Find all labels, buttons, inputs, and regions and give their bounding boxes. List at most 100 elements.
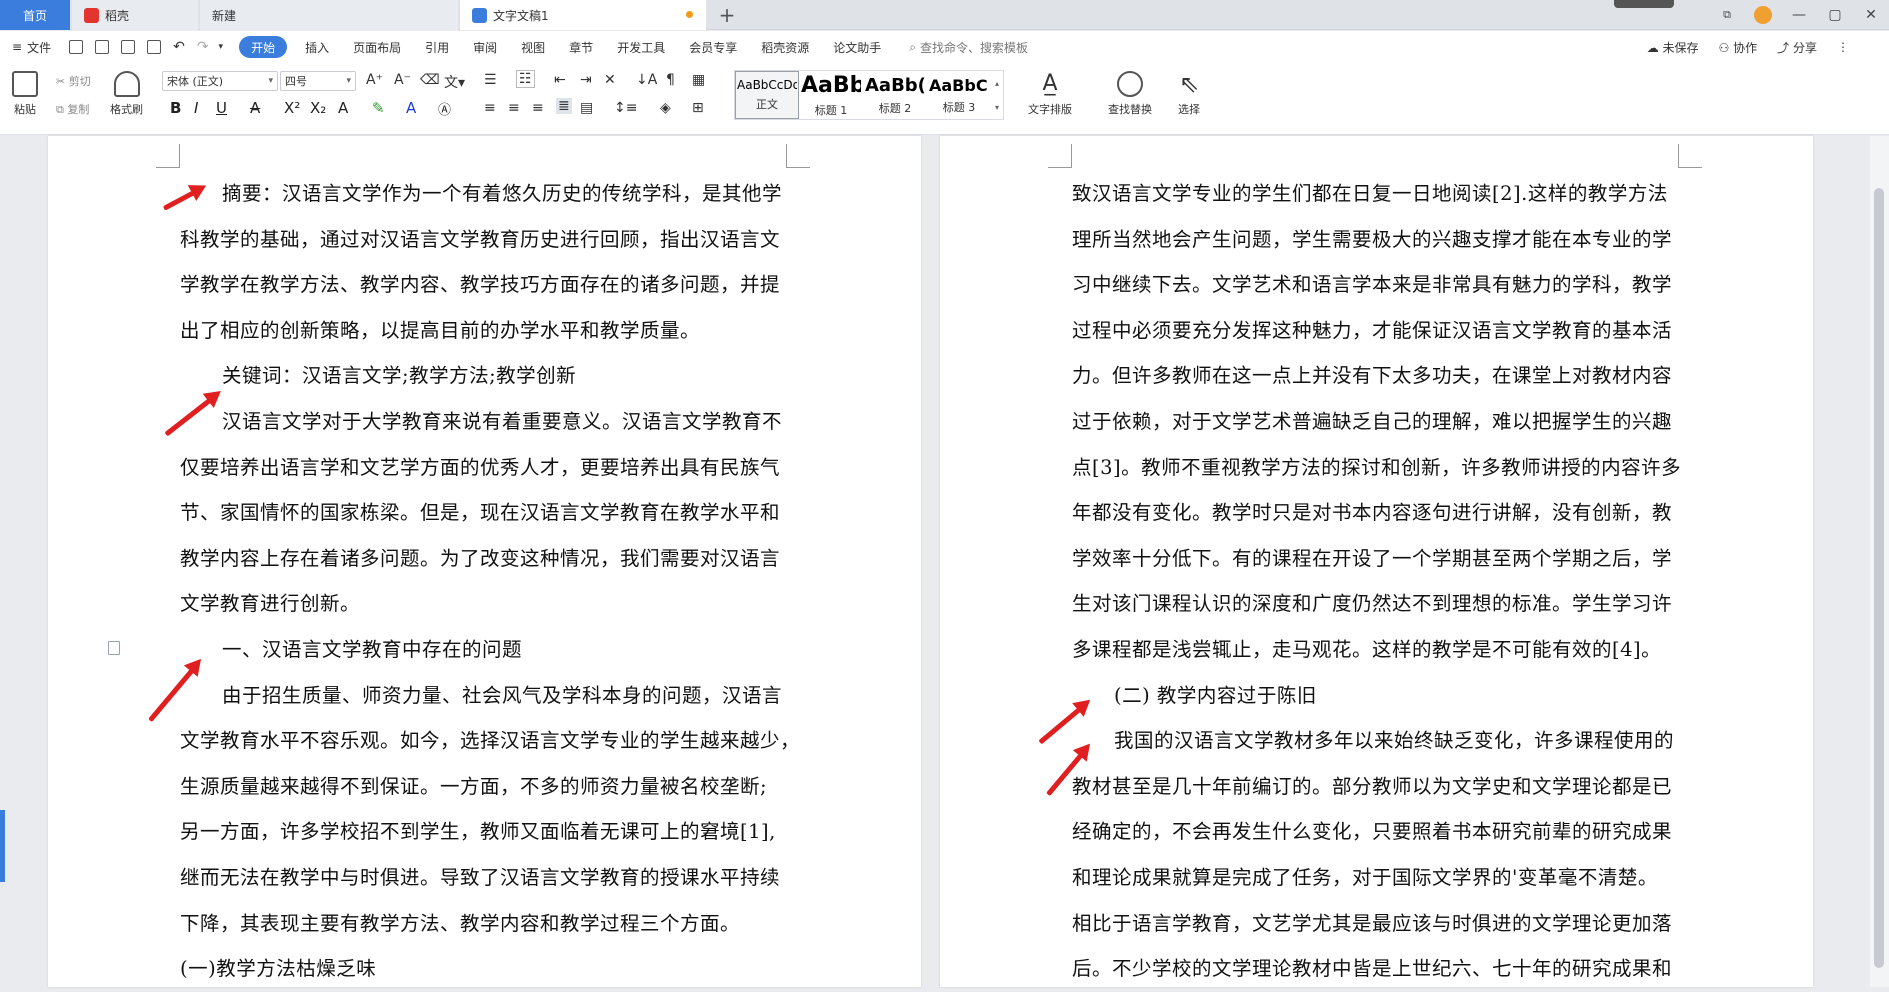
copy-button[interactable]: ⧉ 复制 — [56, 101, 89, 117]
style-heading-1[interactable]: AaBb 标题 1 — [799, 71, 863, 119]
font-name-select[interactable]: 宋体 (正文) ▾ — [162, 71, 278, 91]
menu-view[interactable]: 视图 — [509, 31, 557, 63]
export-icon[interactable] — [95, 40, 110, 54]
menu-developer[interactable]: 开发工具 — [605, 31, 677, 63]
show-marks-icon[interactable]: ¶ — [666, 72, 675, 88]
style-heading-3[interactable]: AaBbC( 标题 3 — [927, 71, 991, 119]
chinese-layout-icon[interactable]: ✕ — [604, 72, 616, 88]
quick-access-dropdown-icon[interactable]: ▾ — [219, 42, 224, 52]
menu-thesis-assistant[interactable]: 论文助手 — [821, 31, 893, 63]
menu-page-layout[interactable]: 页面布局 — [341, 31, 413, 63]
table-tools-icon[interactable]: ▦ — [692, 72, 705, 88]
clear-format-icon[interactable]: ⌫ — [420, 72, 440, 88]
line-spacing-icon[interactable]: ↕≡ — [614, 100, 637, 116]
italic-icon[interactable]: I — [194, 99, 198, 117]
chevron-down-icon: ▾ — [994, 102, 999, 112]
tab-daoke[interactable]: 稻壳 — [72, 0, 198, 30]
page-1-text[interactable]: 摘要：汉语言文学作为一个有着悠久历史的传统学科，是其他学 科教学的基础，通过对汉… — [180, 171, 800, 992]
body-line: 另一方面，许多学校招不到学生，教师又面临着无课可上的窘境[1], — [180, 820, 776, 844]
redo-icon[interactable]: ↷ — [197, 39, 209, 55]
style-name: 标题 3 — [942, 100, 976, 114]
style-heading-2[interactable]: AaBb( 标题 2 — [863, 71, 927, 119]
increase-indent-icon[interactable]: ⇥ — [580, 72, 592, 88]
avatar[interactable] — [1745, 6, 1781, 24]
menu-daoke-resources[interactable]: 稻壳资源 — [749, 31, 821, 63]
subscript-icon[interactable]: X₂ — [310, 99, 326, 117]
tab-document-label: 文字文稿1 — [493, 8, 549, 23]
font-size-select[interactable]: 四号 ▾ — [280, 71, 356, 91]
tab-home[interactable]: 首页 — [0, 0, 70, 30]
highlight-icon[interactable]: ✎ — [372, 99, 385, 117]
menu-member[interactable]: 会员专享 — [677, 31, 749, 63]
body-line: 相比于语言学教育，文艺学尤其是最应该与时俱进的文学理论更加落 — [1072, 911, 1673, 935]
select-button[interactable]: ⇖ 选择 — [1176, 71, 1202, 117]
maximize-button[interactable]: ▢ — [1817, 7, 1853, 23]
layout-icon[interactable]: ⧉ — [1709, 8, 1745, 22]
body-line: 教材甚至是几十年前编订的。部分教师以为文学史和文学理论都是已 — [1072, 774, 1673, 798]
text-effect-icon[interactable]: A — [338, 99, 348, 117]
body-line: 后。不少学校的文学理论教材中皆是上世纪六、七十年的研究成果和 — [1072, 957, 1673, 981]
sort-icon[interactable]: ↓A — [636, 72, 657, 88]
share-button[interactable]: ⤴ 分享 — [1777, 39, 1817, 56]
new-tab-button[interactable]: + — [714, 2, 740, 28]
distributed-icon[interactable]: ▤ — [580, 100, 593, 116]
page-1[interactable]: 摘要：汉语言文学作为一个有着悠久历史的传统学科，是其他学 科教学的基础，通过对汉… — [48, 136, 921, 987]
align-right-icon[interactable]: ≡ — [532, 100, 544, 116]
menu-section[interactable]: 章节 — [557, 31, 605, 63]
window-handle — [1614, 0, 1674, 8]
body-line: 生对该门课程认识的深度和广度仍然达不到理想的标准。学生学习许 — [1072, 592, 1673, 616]
shrink-font-icon[interactable]: A⁻ — [394, 72, 411, 88]
scrollbar-thumb[interactable] — [1874, 188, 1884, 968]
file-menu-label: 文件 — [27, 40, 52, 55]
subsection-heading: (一)教学方法枯燥乏味 — [180, 957, 377, 981]
document-canvas: 摘要：汉语言文学作为一个有着悠久历史的传统学科，是其他学 科教学的基础，通过对汉… — [0, 136, 1870, 987]
collab-button[interactable]: ⚇ 协作 — [1719, 39, 1758, 56]
paste-label: 粘贴 — [14, 103, 36, 116]
tab-new[interactable]: 新建 — [200, 0, 458, 30]
strikethrough-icon[interactable]: A — [250, 99, 260, 117]
text-layout-button[interactable]: A̲ 文字排版 — [1028, 71, 1072, 117]
menu-references[interactable]: 引用 — [413, 31, 461, 63]
bold-icon[interactable]: B — [170, 99, 181, 117]
unsaved-button[interactable]: ☁ 未保存 — [1647, 39, 1699, 56]
format-painter-button[interactable]: 格式刷 — [110, 71, 143, 117]
scissors-icon: ✂ — [56, 75, 66, 88]
bullet-list-icon[interactable]: ☰ — [484, 72, 497, 88]
justify-icon[interactable]: ≣ — [556, 98, 572, 114]
find-replace-button[interactable]: 查找替换 — [1108, 71, 1152, 117]
decrease-indent-icon[interactable]: ⇤ — [554, 72, 566, 88]
command-search[interactable]: ⌕ 查找命令、搜索模板 — [909, 39, 1028, 56]
paste-button[interactable]: 粘贴 — [12, 71, 38, 117]
font-size-value: 四号 — [285, 75, 307, 88]
preview-icon[interactable] — [147, 40, 162, 54]
close-button[interactable]: ✕ — [1853, 7, 1889, 23]
char-border-icon[interactable]: Ⓐ — [438, 99, 451, 118]
style-normal[interactable]: AaBbCcDd 正文 — [735, 71, 799, 119]
undo-icon[interactable]: ↶ — [173, 39, 185, 55]
superscript-icon[interactable]: X² — [284, 99, 300, 117]
more-icon[interactable]: ⋮ — [1837, 40, 1849, 54]
page-2-text[interactable]: 致汉语言文学专业的学生们都在日复一日地阅读[2].这样的教学方法 理所当然地会产… — [1072, 171, 1681, 992]
menu-review[interactable]: 审阅 — [461, 31, 509, 63]
align-center-icon[interactable]: ≡ — [508, 100, 520, 116]
align-left-icon[interactable]: ≡ — [484, 100, 496, 116]
cut-button[interactable]: ✂ 剪切 — [56, 73, 91, 89]
page-2[interactable]: 致汉语言文学专业的学生们都在日复一日地阅读[2].这样的教学方法 理所当然地会产… — [940, 136, 1813, 987]
underline-icon[interactable]: U — [216, 99, 227, 117]
borders-icon[interactable]: ⊞ — [692, 100, 704, 116]
print-icon[interactable] — [121, 40, 136, 54]
shading-icon[interactable]: ◈ — [660, 100, 671, 116]
tab-document[interactable]: 文字文稿1 — [460, 0, 706, 30]
paragraph-handle-icon[interactable] — [108, 641, 120, 655]
minimize-button[interactable]: — — [1781, 7, 1817, 23]
save-icon[interactable] — [69, 40, 84, 54]
grow-font-icon[interactable]: A⁺ — [366, 72, 383, 88]
side-panel-handle[interactable] — [0, 810, 5, 882]
font-color-icon[interactable]: A — [406, 99, 416, 117]
menu-home[interactable]: 开始 — [239, 36, 288, 58]
numbered-list-icon[interactable]: ☷ — [516, 70, 535, 88]
menu-insert[interactable]: 插入 — [293, 31, 341, 63]
phonetic-icon[interactable]: 文▾ — [444, 72, 465, 92]
style-scroll[interactable]: ▴ ▾ — [991, 71, 1003, 119]
file-menu[interactable]: ≡ 文件 — [0, 31, 63, 63]
